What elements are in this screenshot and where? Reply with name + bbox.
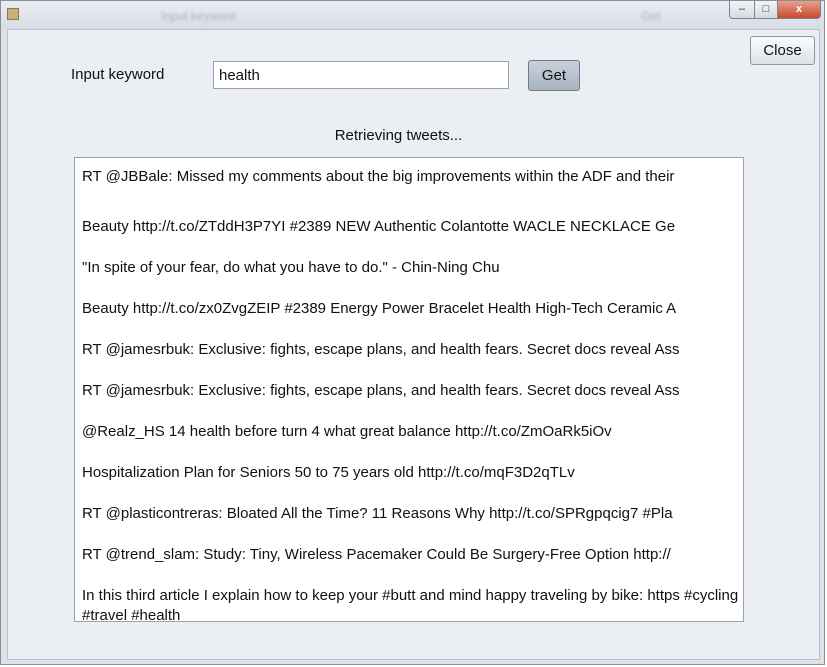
tweet-item: Beauty http://t.co/ZTddH3P7YI #2389 NEW … bbox=[82, 218, 676, 235]
tweet-item: In this third article I explain how to k… bbox=[82, 587, 739, 622]
app-window: Input keyword Get – □ x Close Input keyw… bbox=[0, 0, 825, 665]
get-button[interactable]: Get bbox=[528, 60, 580, 91]
app-icon bbox=[7, 8, 19, 20]
title-ghost-button: Get bbox=[641, 9, 661, 23]
window-close-button[interactable]: x bbox=[777, 1, 821, 19]
tweet-item: Hospitalization Plan for Seniors 50 to 7… bbox=[82, 464, 575, 481]
minimize-button[interactable]: – bbox=[729, 1, 755, 19]
tweet-list[interactable]: RT @JBBale: Missed my comments about the… bbox=[74, 157, 744, 622]
close-button[interactable]: Close bbox=[750, 36, 815, 65]
tweet-item: RT @trend_slam: Study: Tiny, Wireless Pa… bbox=[82, 546, 671, 563]
tweet-item: RT @jamesrbuk: Exclusive: fights, escape… bbox=[82, 382, 680, 399]
keyword-input[interactable] bbox=[213, 61, 509, 89]
tweet-item: @Realz_HS 14 health before turn 4 what g… bbox=[82, 423, 612, 440]
tweet-item: "In spite of your fear, do what you have… bbox=[82, 259, 500, 276]
keyword-label: Input keyword bbox=[71, 66, 165, 83]
tweet-item: RT @plasticontreras: Bloated All the Tim… bbox=[82, 505, 673, 522]
tweet-item: RT @JBBale: Missed my comments about the… bbox=[82, 168, 675, 185]
status-text: Retrieving tweets... bbox=[334, 127, 463, 144]
title-bar[interactable]: Input keyword Get – □ x bbox=[1, 1, 824, 29]
tweet-item: Beauty http://t.co/zx0ZvgZEIP #2389 Ener… bbox=[82, 300, 677, 317]
tweet-item: RT @jamesrbuk: Exclusive: fights, escape… bbox=[82, 341, 680, 358]
maximize-button[interactable]: □ bbox=[754, 1, 778, 19]
window-title: Input keyword bbox=[161, 9, 236, 23]
